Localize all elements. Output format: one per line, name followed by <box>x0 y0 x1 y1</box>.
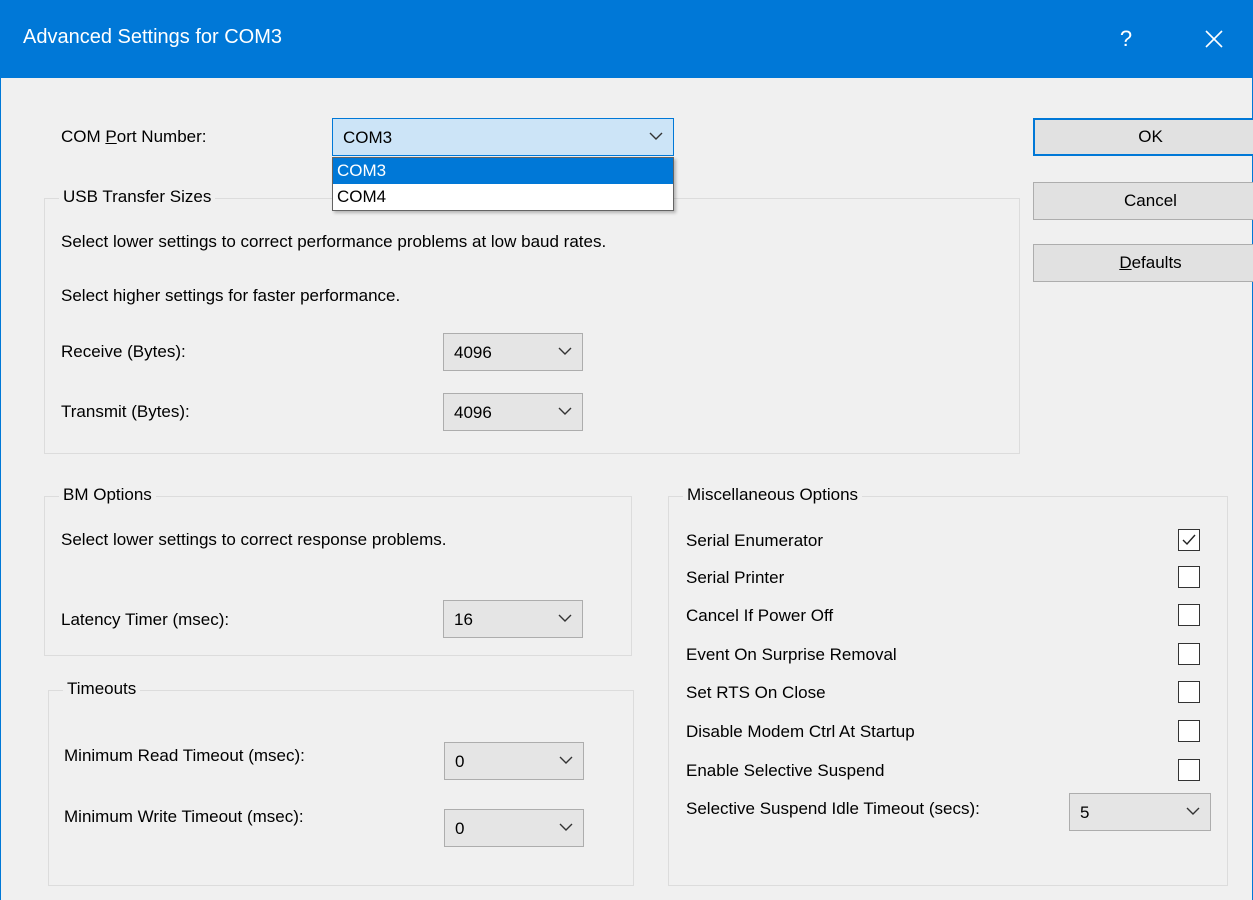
cancel-button[interactable]: Cancel <box>1033 182 1253 220</box>
com-port-value: COM3 <box>343 128 393 147</box>
min-write-select[interactable]: 0 <box>444 809 584 847</box>
dialog-window: Advanced Settings for COM3 ? COM Port Nu… <box>0 0 1253 900</box>
chevron-down-icon <box>558 614 572 622</box>
misc-option-label: Set RTS On Close <box>686 683 826 702</box>
misc-option-label: Disable Modem Ctrl At Startup <box>686 722 915 741</box>
cancel-if-power-off-checkbox[interactable] <box>1178 604 1200 626</box>
window-title: Advanced Settings for COM3 <box>23 26 283 48</box>
latency-label: Latency Timer (msec): <box>61 610 230 629</box>
transmit-select[interactable]: 4096 <box>443 393 583 431</box>
idle-timeout-label: Selective Suspend Idle Timeout (secs): <box>686 799 980 818</box>
com-port-select[interactable]: COM3 <box>332 118 674 156</box>
receive-select[interactable]: 4096 <box>443 333 583 371</box>
min-write-label: Minimum Write Timeout (msec): <box>64 807 304 826</box>
chevron-down-icon <box>559 756 573 764</box>
help-button[interactable]: ? <box>1091 0 1161 78</box>
transmit-value: 4096 <box>454 403 492 422</box>
close-icon <box>1205 30 1223 48</box>
checkmark-icon <box>1182 534 1196 546</box>
misc-options-legend: Miscellaneous Options <box>683 485 863 505</box>
com-port-label-mnemonic: P <box>105 127 117 146</box>
usb-hint-high: Select higher settings for faster perfor… <box>61 286 401 305</box>
disable-modem-ctrl-checkbox[interactable] <box>1178 720 1200 742</box>
misc-option-label: Serial Enumerator <box>686 531 824 550</box>
misc-option-label: Cancel If Power Off <box>686 606 834 625</box>
timeouts-legend: Timeouts <box>63 679 141 699</box>
enable-selective-suspend-checkbox[interactable] <box>1178 759 1200 781</box>
transmit-label: Transmit (Bytes): <box>61 402 190 421</box>
chevron-down-icon <box>559 823 573 831</box>
chevron-down-icon <box>558 407 572 415</box>
receive-value: 4096 <box>454 343 492 362</box>
close-button[interactable] <box>1179 0 1249 78</box>
com-port-label-pre: COM <box>61 127 106 146</box>
latency-select[interactable]: 16 <box>443 600 583 638</box>
help-icon: ? <box>1119 26 1133 51</box>
com-port-dropdown-list: COM3 COM4 <box>332 157 674 211</box>
misc-option-label: Serial Printer <box>686 568 785 587</box>
defaults-rest: efaults <box>1131 253 1182 272</box>
misc-option-label: Event On Surprise Removal <box>686 645 897 664</box>
bm-options-legend: BM Options <box>59 485 156 505</box>
misc-option-label: Enable Selective Suspend <box>686 761 885 780</box>
serial-enumerator-checkbox[interactable] <box>1178 529 1200 551</box>
usb-hint-low: Select lower settings to correct perform… <box>61 232 607 251</box>
title-bar[interactable]: Advanced Settings for COM3 ? <box>1 0 1253 78</box>
min-read-value: 0 <box>455 752 465 771</box>
com-port-label: COM Port Number: <box>61 127 206 147</box>
min-write-value: 0 <box>455 819 465 838</box>
defaults-button[interactable]: Defaults <box>1033 244 1253 282</box>
min-read-select[interactable]: 0 <box>444 742 584 780</box>
defaults-button-label: Defaults <box>1119 253 1181 273</box>
chevron-down-icon <box>649 132 663 140</box>
latency-value: 16 <box>454 610 473 629</box>
com-port-option-com4[interactable]: COM4 <box>333 184 673 210</box>
receive-label: Receive (Bytes): <box>61 342 186 361</box>
idle-timeout-value: 5 <box>1080 803 1090 822</box>
set-rts-on-close-checkbox[interactable] <box>1178 681 1200 703</box>
event-on-surprise-removal-checkbox[interactable] <box>1178 643 1200 665</box>
com-port-label-post: ort Number: <box>116 127 207 146</box>
bm-hint: Select lower settings to correct respons… <box>61 530 447 549</box>
ok-button-label: OK <box>1138 127 1163 146</box>
idle-timeout-select[interactable]: 5 <box>1069 793 1211 831</box>
min-read-label: Minimum Read Timeout (msec): <box>64 746 305 765</box>
defaults-mnemonic: D <box>1119 253 1132 272</box>
cancel-button-label: Cancel <box>1124 191 1177 210</box>
chevron-down-icon <box>1186 807 1200 815</box>
ok-button[interactable]: OK <box>1033 118 1253 156</box>
timeouts-group: Timeouts <box>48 679 634 886</box>
serial-printer-checkbox[interactable] <box>1178 566 1200 588</box>
com-port-option-com3[interactable]: COM3 <box>333 158 673 184</box>
chevron-down-icon <box>558 347 572 355</box>
usb-transfer-legend: USB Transfer Sizes <box>59 187 216 207</box>
